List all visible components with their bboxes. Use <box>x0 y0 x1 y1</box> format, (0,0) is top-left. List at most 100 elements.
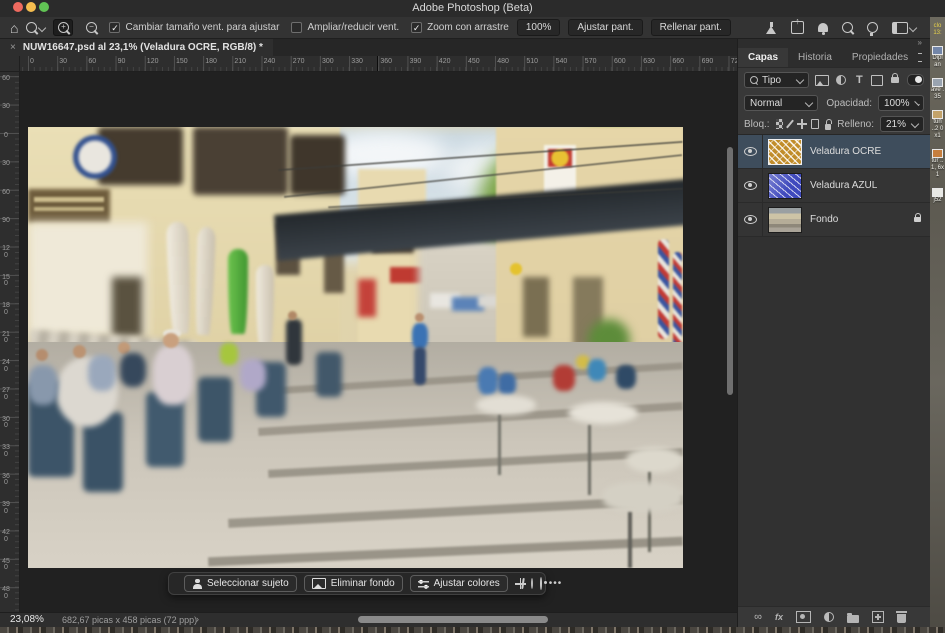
layer-thumbnail[interactable] <box>768 139 802 165</box>
new-layer-icon[interactable] <box>872 611 884 623</box>
new-group-icon[interactable] <box>847 615 859 623</box>
layer-row[interactable]: Veladura OCRE <box>738 135 930 169</box>
ruler-tick-label: 450 <box>2 559 10 572</box>
lock-row: Bloq.: Relleno: 21% <box>738 114 930 135</box>
desktop-file[interactable]: ave .35 <box>930 78 945 101</box>
zoom-option-toggle[interactable]: ✓Cambiar tamaño vent. para ajustar <box>109 22 279 33</box>
h-ruler[interactable]: 0306090120150180210240270300330360390420… <box>20 56 737 72</box>
desktop-file-thumbnail[interactable] <box>932 149 943 158</box>
adjustment-icon[interactable] <box>531 578 533 589</box>
zoom-out-button[interactable] <box>81 19 101 36</box>
add-mask-icon[interactable] <box>796 611 811 623</box>
photo-blob <box>220 343 238 365</box>
photo-blob <box>34 207 104 211</box>
opacity-dropdown[interactable]: 100% <box>878 95 924 111</box>
lock-transparency-icon[interactable] <box>776 119 783 129</box>
search-icon[interactable] <box>842 22 853 33</box>
fill-dropdown[interactable]: 21% <box>880 116 924 132</box>
close-tab-icon[interactable]: × <box>10 42 16 53</box>
notifications-icon[interactable] <box>818 23 828 32</box>
photo-blob <box>658 239 669 339</box>
chevron-down-icon <box>911 120 919 128</box>
ruler-tick-label: 120 <box>147 58 159 65</box>
more-options-icon[interactable]: ••• <box>549 578 563 589</box>
canvas-image[interactable] <box>28 127 683 568</box>
collapse-panels-icon[interactable]: » <box>918 38 922 47</box>
filter-shape-layers-icon[interactable] <box>871 75 883 86</box>
remove-background-button[interactable]: Eliminar fondo <box>304 575 403 592</box>
lock-position-icon[interactable] <box>797 119 804 129</box>
panel-tabs: Capas Historia Propiedades <box>738 48 930 67</box>
options-bar: ⌂ ✓Cambiar tamaño vent. para ajustar Ampl… <box>0 17 930 39</box>
layer-style-fx-icon[interactable]: fx <box>775 612 783 622</box>
zoom-percent-field[interactable]: 23,08% <box>10 614 44 625</box>
lock-paint-icon[interactable] <box>786 119 794 128</box>
zoom-option-toggle[interactable]: ✓Zoom con arrastre <box>411 22 509 33</box>
layer-lock-icon <box>914 217 921 222</box>
workspace-switcher[interactable] <box>892 22 916 34</box>
desktop-file[interactable]: tun ..2 0x1 <box>930 110 945 140</box>
home-icon[interactable]: ⌂ <box>10 21 18 35</box>
blend-mode-dropdown[interactable]: Normal <box>744 95 818 111</box>
filter-pixel-layers-icon[interactable] <box>815 75 829 86</box>
layer-thumbnail[interactable] <box>768 207 802 233</box>
zoom-in-button[interactable] <box>53 19 73 36</box>
tab-propiedades[interactable]: Propiedades <box>842 48 918 67</box>
desktop-file-thumbnail[interactable] <box>932 110 943 119</box>
ruler-tick-label: 630 <box>643 58 655 65</box>
desktop-file-thumbnail[interactable] <box>932 78 943 87</box>
vertical-scrollbar[interactable] <box>727 147 733 395</box>
desktop-file-label: ave .35 <box>930 87 945 101</box>
layer-row[interactable]: Fondo <box>738 203 930 237</box>
desktop-file[interactable]: j52 <box>930 188 945 204</box>
zoom-option-toggle[interactable]: Ampliar/reducir vent. <box>291 22 399 33</box>
checkbox[interactable]: ✓ <box>411 22 422 33</box>
filter-type-layers-icon[interactable]: T <box>853 74 865 86</box>
desktop-file[interactable]: Dipl an <box>930 46 945 69</box>
document-tab[interactable]: × NUW16647.psd al 23,1% (Veladura OCRE, … <box>0 39 273 56</box>
fit-screen-button[interactable]: Ajustar pant. <box>568 19 642 36</box>
ruler-tick-label: 600 <box>614 58 626 65</box>
ruler-tick-label: 480 <box>2 587 10 600</box>
filter-smart-objects-icon[interactable] <box>889 77 901 83</box>
share-icon[interactable] <box>791 21 804 34</box>
adjust-colors-button[interactable]: Ajustar colores <box>410 575 508 592</box>
person-icon <box>192 579 202 589</box>
ruler-tick-label: 510 <box>526 58 538 65</box>
tab-historia[interactable]: Historia <box>788 48 842 67</box>
photo-blob <box>498 415 501 475</box>
filter-type-dropdown[interactable]: Tipo <box>744 72 809 88</box>
eye-icon <box>744 215 757 224</box>
desktop-file[interactable]: tur ..1, 6x1 <box>930 149 945 179</box>
delete-layer-icon[interactable] <box>897 614 906 623</box>
camera-settings-icon[interactable] <box>540 577 542 590</box>
tab-capas[interactable]: Capas <box>738 48 788 67</box>
fill-screen-button[interactable]: Rellenar pant. <box>651 19 731 36</box>
filter-adjustment-layers-icon[interactable] <box>835 75 847 85</box>
layer-visibility-toggle[interactable] <box>738 203 763 236</box>
link-layers-icon[interactable]: ∞ <box>754 612 762 622</box>
desktop-file-thumbnail[interactable] <box>932 188 943 197</box>
layer-thumbnail[interactable] <box>768 173 802 199</box>
lock-artboard-icon[interactable] <box>811 119 820 129</box>
select-subject-button[interactable]: Seleccionar sujeto <box>184 575 297 592</box>
layers-panel-footer: ∞ fx <box>738 606 930 627</box>
horizontal-scrollbar[interactable] <box>358 616 548 623</box>
v-ruler[interactable]: 6030030609012015018021024027030033036039… <box>0 72 20 612</box>
layer-visibility-toggle[interactable] <box>738 135 763 168</box>
lock-all-icon[interactable] <box>825 124 831 130</box>
panel-menu-icon[interactable] <box>918 53 922 62</box>
layer-row[interactable]: Veladura AZUL <box>738 169 930 203</box>
status-chevron-icon[interactable]: › <box>196 614 199 624</box>
layer-visibility-toggle[interactable] <box>738 169 763 202</box>
beta-flask-icon[interactable] <box>765 22 777 34</box>
help-ideas-icon[interactable] <box>867 22 878 33</box>
checkbox[interactable]: ✓ <box>109 22 120 33</box>
zoom-tool-button[interactable] <box>26 22 45 33</box>
new-adjustment-layer-icon[interactable] <box>824 612 834 622</box>
desktop-file-thumbnail[interactable] <box>932 46 943 55</box>
ruler-corner[interactable] <box>0 56 20 72</box>
checkbox[interactable] <box>291 22 302 33</box>
filter-toggle-switch[interactable] <box>907 74 924 86</box>
zoom-value-field[interactable]: 100% <box>517 19 561 36</box>
